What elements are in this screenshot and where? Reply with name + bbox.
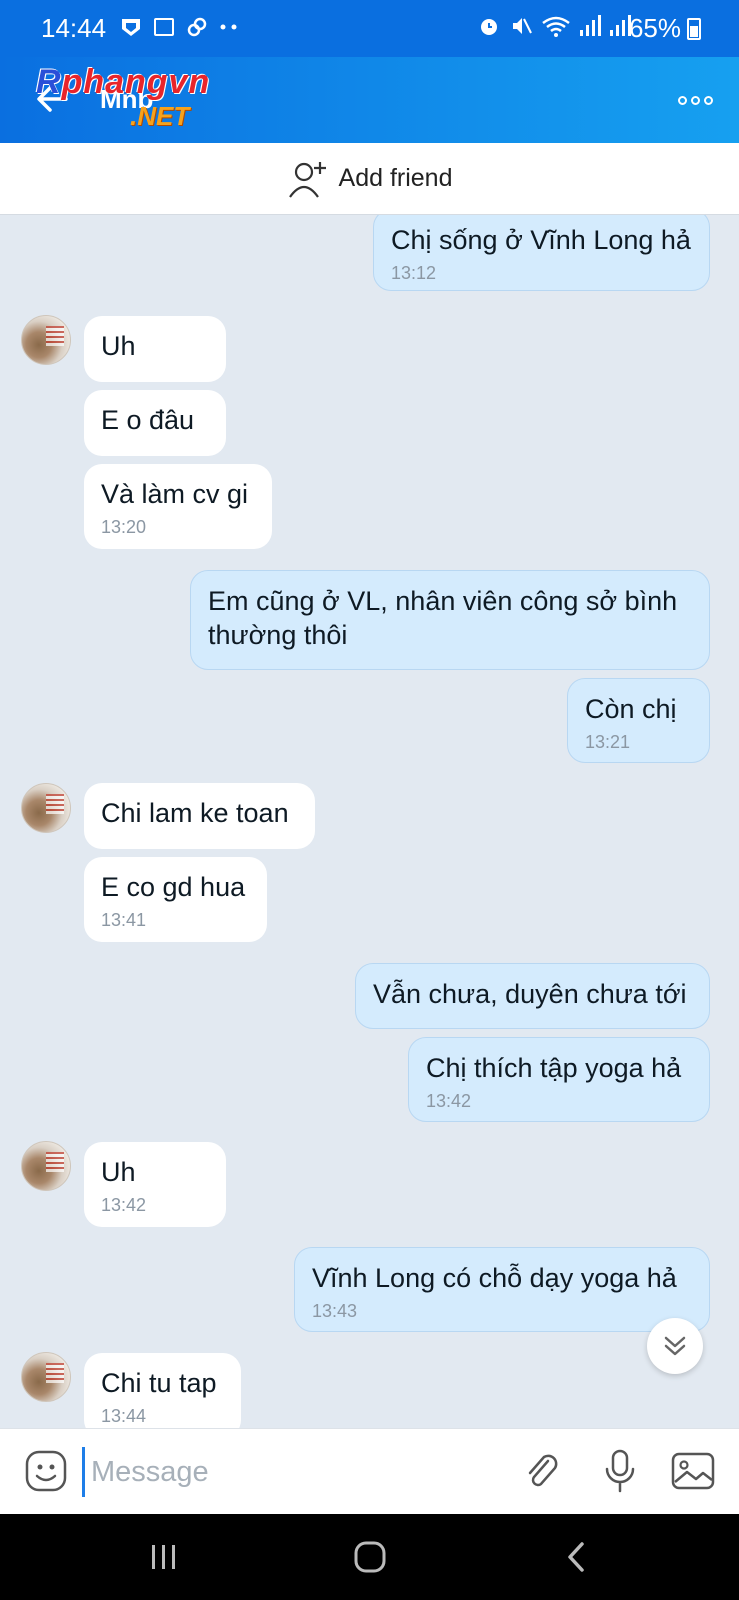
- add-friend-icon: [288, 161, 326, 198]
- message-text: Và làm cv gi: [101, 479, 249, 509]
- chat-header: Mnb Rphangvn .NET: [0, 57, 739, 143]
- message-bubble-me[interactable]: Chị thích tập yoga hả 13:42: [408, 1037, 710, 1122]
- message-text: Còn chị: [585, 694, 677, 724]
- system-icons: [477, 14, 631, 38]
- wifi-icon: [542, 16, 570, 37]
- watermark-bottom: .NET: [130, 101, 190, 131]
- add-friend-button[interactable]: Add friend: [0, 143, 739, 215]
- scroll-down-button[interactable]: [647, 1318, 703, 1374]
- status-time: 14:44: [41, 13, 107, 43]
- message-input[interactable]: [82, 1447, 502, 1497]
- system-nav-bar: [0, 1514, 739, 1600]
- more-icon[interactable]: [673, 85, 717, 115]
- notification-icons: [120, 16, 238, 38]
- emoji-icon[interactable]: [24, 1449, 68, 1493]
- message-text: E co gd hua: [101, 872, 246, 902]
- message-text: Chị thích tập yoga hả: [426, 1053, 682, 1083]
- add-friend-label: Add friend: [338, 164, 453, 192]
- signal-icon: [580, 15, 601, 36]
- mic-icon[interactable]: [598, 1447, 642, 1495]
- gallery-icon: [154, 18, 174, 36]
- avatar[interactable]: [21, 1352, 71, 1402]
- message-time: 13:42: [101, 1195, 147, 1215]
- back-icon: [568, 1542, 584, 1572]
- message-bubble-me[interactable]: Em cũng ở VL, nhân viên công sở bình thư…: [190, 570, 710, 670]
- message-bubble-them[interactable]: E o đâu: [84, 390, 226, 456]
- battery-icon: [687, 18, 701, 40]
- message-list[interactable]: Chị sống ở Vĩnh Long hả 13:12 Uh E o đâu…: [0, 215, 739, 1428]
- message-bubble-me[interactable]: Vẫn chưa, duyên chưa tới: [355, 963, 710, 1029]
- recents-button[interactable]: [134, 1532, 194, 1582]
- scroll-down-icon: [664, 1336, 686, 1356]
- message-bubble-them[interactable]: Chi lam ke toan: [84, 783, 315, 849]
- message-text: Chi lam ke toan: [101, 798, 289, 828]
- message-time: 13:12: [391, 263, 437, 283]
- message-text: Uh: [101, 1157, 136, 1187]
- message-time: 13:41: [101, 910, 147, 930]
- avatar[interactable]: [21, 783, 71, 833]
- watermark-rest: phangvn: [61, 63, 211, 101]
- message-bubble-me[interactable]: Chị sống ở Vĩnh Long hả 13:12: [373, 215, 710, 291]
- message-text: Em cũng ở VL, nhân viên công sở bình thư…: [208, 586, 678, 650]
- back-button[interactable]: [546, 1532, 606, 1582]
- battery-percent: 65%: [628, 13, 681, 43]
- status-bar: 14:44 65%: [0, 0, 739, 57]
- link-icon: [187, 17, 207, 37]
- message-bubble-them[interactable]: E co gd hua 13:41: [84, 857, 267, 942]
- message-time: 13:44: [101, 1406, 147, 1426]
- message-text: Vĩnh Long có chỗ dạy yoga hả: [312, 1263, 677, 1293]
- watermark-top: Rphangvn: [36, 63, 211, 101]
- watermark-logo: Rphangvn .NET: [36, 63, 266, 133]
- avatar[interactable]: [21, 315, 71, 365]
- alarm-icon: [481, 19, 497, 35]
- message-text: E o đâu: [101, 405, 195, 435]
- message-time: 13:42: [426, 1091, 472, 1111]
- message-bubble-them[interactable]: Và làm cv gi 13:20: [84, 464, 272, 549]
- message-bubble-them[interactable]: Uh: [84, 316, 226, 382]
- message-time: 13:43: [312, 1301, 358, 1321]
- more-notifications-icon: [220, 24, 237, 30]
- composer-bar: [0, 1428, 739, 1514]
- recents-icon: [152, 1545, 175, 1569]
- shield-app-icon: [122, 19, 140, 36]
- message-bubble-them[interactable]: Uh 13:42: [84, 1142, 226, 1227]
- avatar[interactable]: [21, 1141, 71, 1191]
- message-text: Uh: [101, 331, 136, 361]
- message-bubble-me[interactable]: Vĩnh Long có chỗ dạy yoga hả 13:43: [294, 1247, 710, 1332]
- home-icon: [354, 1541, 386, 1573]
- home-button[interactable]: [340, 1532, 400, 1582]
- image-icon[interactable]: [670, 1449, 716, 1493]
- attach-icon[interactable]: [520, 1449, 564, 1493]
- message-bubble-them[interactable]: Chi tu tap 13:44: [84, 1353, 241, 1428]
- message-bubble-me[interactable]: Còn chị 13:21: [567, 678, 710, 763]
- message-text: Chi tu tap: [101, 1368, 217, 1398]
- message-time: 13:20: [101, 517, 147, 537]
- mute-icon: [513, 18, 532, 34]
- message-text: Vẫn chưa, duyên chưa tới: [373, 979, 687, 1009]
- signal-icon-2: [610, 15, 631, 36]
- message-text: Chị sống ở Vĩnh Long hả: [391, 225, 691, 255]
- message-time: 13:21: [585, 732, 631, 752]
